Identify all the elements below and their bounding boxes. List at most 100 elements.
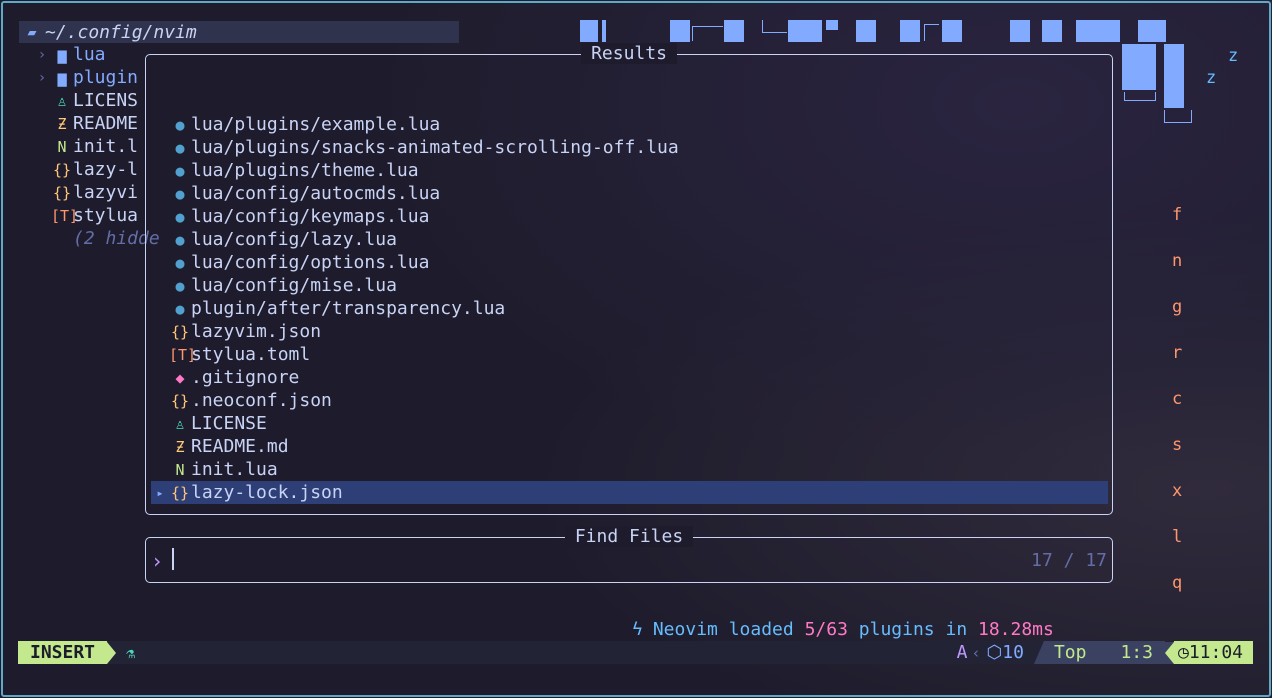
tree-file[interactable]: Ninit.l bbox=[33, 135, 138, 158]
result-path: .neoconf.json bbox=[191, 390, 332, 411]
tree-item-label: LICENS bbox=[73, 90, 139, 111]
result-item[interactable]: ● lua/config/autocmds.lua bbox=[151, 182, 1108, 205]
result-path: lua/config/mise.lua bbox=[191, 275, 397, 296]
tree-file[interactable]: {} lazyvi bbox=[33, 181, 138, 204]
result-item[interactable]: Ninit.lua bbox=[151, 458, 1108, 481]
json-icon: {} bbox=[52, 183, 72, 202]
notify-prefix: Neovim loaded bbox=[652, 619, 794, 640]
tree-root-header[interactable]: ▰ ~/.config/nvim bbox=[19, 21, 459, 43]
result-path: lua/plugins/example.lua bbox=[191, 114, 441, 135]
tree-folder[interactable]: › ▆ plugin bbox=[33, 66, 138, 89]
snore-z: z bbox=[1206, 68, 1217, 88]
json-icon: {} bbox=[170, 483, 190, 502]
dashboard-key[interactable]: f bbox=[1172, 205, 1182, 225]
toml-icon: [T] bbox=[169, 345, 197, 364]
result-path: README.md bbox=[191, 436, 289, 457]
dashboard-key[interactable]: l bbox=[1172, 527, 1182, 547]
result-path: lua/plugins/snacks-animated-scrolling-of… bbox=[191, 137, 679, 158]
result-item[interactable]: ● lua/plugins/snacks-animated-scrolling-o… bbox=[151, 136, 1108, 159]
tree-item-label: lua bbox=[73, 44, 106, 65]
tree-hidden-count[interactable]: (2 hidde bbox=[33, 227, 160, 250]
result-item[interactable]: ● lua/config/options.lua bbox=[151, 251, 1108, 274]
result-item-selected[interactable]: ▸ {} lazy-lock.json bbox=[151, 481, 1108, 504]
find-files-prompt: Find Files › 17 / 17 bbox=[145, 526, 1113, 583]
statusline: INSERT ⚗ A ‹ ⬡10 Top 1:3 ◷11:04 bbox=[18, 641, 1253, 664]
lua-icon: ● bbox=[175, 184, 185, 203]
tree-item-label: lazyvi bbox=[73, 182, 139, 203]
result-path: init.lua bbox=[191, 459, 278, 480]
prompt-chevron-icon: › bbox=[151, 549, 164, 573]
result-path: LICENSE bbox=[191, 413, 267, 434]
dashboard-key[interactable]: q bbox=[1172, 573, 1182, 593]
result-item[interactable]: ● lua/config/keymaps.lua bbox=[151, 205, 1108, 228]
result-item[interactable]: {} lazyvim.json bbox=[151, 320, 1108, 343]
result-item[interactable]: {} .neoconf.json bbox=[151, 389, 1108, 412]
tree-file[interactable]: {} lazy-l bbox=[33, 158, 138, 181]
tree-file[interactable]: [T] stylua bbox=[33, 204, 138, 227]
result-item[interactable]: ◆ .gitignore bbox=[151, 366, 1108, 389]
lua-icon: ● bbox=[175, 138, 185, 157]
chevron-right-icon: › bbox=[37, 69, 47, 86]
license-icon: ♙ bbox=[57, 91, 67, 110]
lightning-icon: ϟ bbox=[632, 619, 643, 640]
readme-icon: Ƶ bbox=[57, 114, 67, 133]
folder-icon: ▆ bbox=[57, 45, 67, 64]
tree-folder[interactable]: › ▆ lua bbox=[33, 43, 106, 66]
dashboard-key[interactable]: x bbox=[1172, 481, 1182, 501]
results-title: Results bbox=[581, 43, 677, 64]
result-path: lua/config/keymaps.lua bbox=[191, 206, 430, 227]
result-count: 17 / 17 bbox=[1031, 550, 1107, 571]
result-path: lua/config/lazy.lua bbox=[191, 229, 397, 250]
dashboard-key[interactable]: g bbox=[1172, 297, 1182, 317]
result-item[interactable]: Ƶ README.md bbox=[151, 435, 1108, 458]
dashboard-key[interactable]: n bbox=[1172, 251, 1182, 271]
result-path: lazyvim.json bbox=[191, 321, 322, 342]
tree-file[interactable]: ♙ LICENS bbox=[33, 89, 138, 112]
tree-item-label: lazy-l bbox=[73, 159, 139, 180]
result-path: plugin/after/transparency.lua bbox=[191, 298, 506, 319]
lua-icon: ● bbox=[175, 276, 185, 295]
tree-file[interactable]: Ƶ README bbox=[33, 112, 138, 135]
result-item[interactable]: ● lua/config/mise.lua bbox=[151, 274, 1108, 297]
lua-icon: ● bbox=[175, 253, 185, 272]
prompt-title: Find Files bbox=[564, 526, 694, 547]
folder-icon: ▆ bbox=[57, 68, 67, 87]
result-path: lazy-lock.json bbox=[191, 482, 343, 503]
result-item[interactable]: ● lua/config/lazy.lua bbox=[151, 228, 1108, 251]
chevron-right-icon: › bbox=[37, 46, 47, 63]
result-item[interactable]: ♙ LICENSE bbox=[151, 412, 1108, 435]
search-input[interactable] bbox=[172, 548, 874, 570]
tree-item-label: stylua bbox=[73, 205, 139, 226]
dashboard-key[interactable]: c bbox=[1172, 389, 1182, 409]
dashboard-key[interactable]: r bbox=[1172, 343, 1182, 363]
result-path: lua/config/options.lua bbox=[191, 252, 430, 273]
folder-open-icon: ▰ bbox=[27, 23, 37, 41]
notify-mid: plugins in bbox=[858, 619, 968, 640]
git-icon: ◆ bbox=[175, 368, 185, 387]
tree-item-label: README bbox=[73, 113, 139, 134]
result-item[interactable]: ● lua/plugins/theme.lua bbox=[151, 159, 1108, 182]
startup-notification: ϟ Neovim loaded 5/63 plugins in 18.28ms bbox=[632, 619, 1054, 640]
cursor-position: 1:3 bbox=[1096, 641, 1165, 664]
result-path: stylua.toml bbox=[191, 344, 311, 365]
packages-count: ⬡10 bbox=[986, 642, 1024, 663]
startup-time: 18.28ms bbox=[978, 619, 1054, 640]
dashboard-key[interactable]: s bbox=[1172, 435, 1182, 455]
toml-icon: [T] bbox=[51, 206, 79, 225]
lua-icon: ● bbox=[175, 161, 185, 180]
neovim-icon: N bbox=[175, 460, 185, 479]
tree-item-label: plugin bbox=[73, 67, 139, 88]
mode-indicator: INSERT bbox=[18, 641, 108, 664]
scroll-indicator: Top bbox=[1043, 641, 1097, 664]
result-item[interactable]: [T] stylua.toml bbox=[151, 343, 1108, 366]
separator-icon: ‹ bbox=[971, 643, 981, 662]
diagnostic-indicator: A bbox=[956, 642, 968, 663]
result-path: lua/config/autocmds.lua bbox=[191, 183, 441, 204]
tree-item-label: init.l bbox=[73, 136, 139, 157]
lua-icon: ● bbox=[175, 299, 185, 318]
result-item[interactable]: ● lua/plugins/example.lua bbox=[151, 113, 1108, 136]
lua-icon: ● bbox=[175, 115, 185, 134]
snore-z: z bbox=[1228, 46, 1239, 66]
result-item[interactable]: ● plugin/after/transparency.lua bbox=[151, 297, 1108, 320]
json-icon: {} bbox=[170, 391, 190, 410]
